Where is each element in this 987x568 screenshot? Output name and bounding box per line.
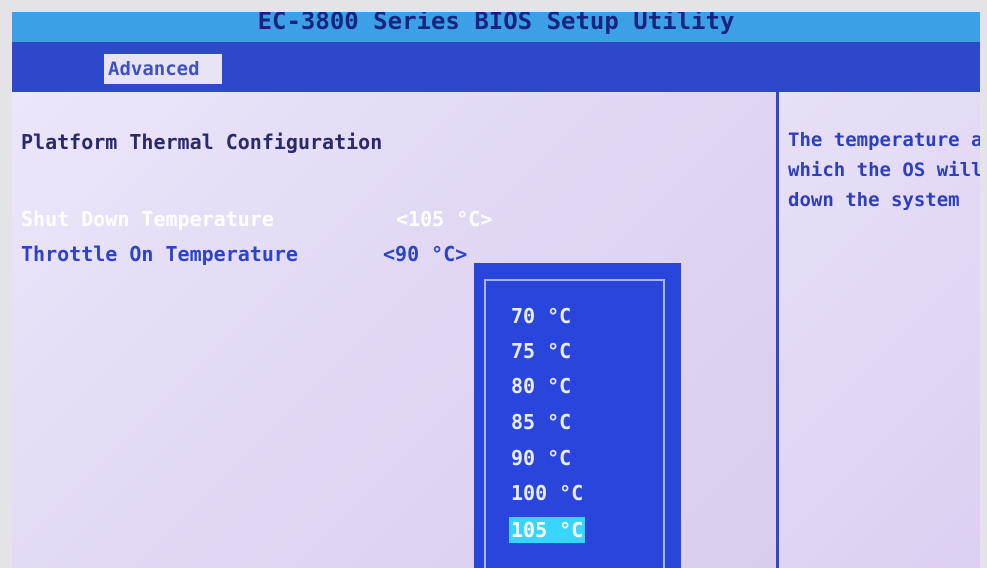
help-text-line: down the system bbox=[788, 189, 960, 211]
temperature-options-popup: 70 °C 75 °C 80 °C 85 °C 90 °C 100 °C 105… bbox=[474, 263, 681, 568]
option-100c[interactable]: 100 °C bbox=[509, 480, 585, 506]
option-75c[interactable]: 75 °C bbox=[509, 338, 573, 364]
bios-screen: EC-3800 Series BIOS Setup Utility Advanc… bbox=[12, 12, 980, 568]
tab-advanced[interactable]: Advanced bbox=[104, 54, 222, 84]
section-title: Platform Thermal Configuration bbox=[21, 130, 383, 154]
option-80c[interactable]: 80 °C bbox=[509, 373, 573, 399]
option-value[interactable]: <90 °C> bbox=[383, 242, 467, 266]
bios-title: EC-3800 Series BIOS Setup Utility bbox=[257, 12, 735, 35]
option-85c[interactable]: 85 °C bbox=[509, 409, 573, 435]
help-text-line: which the OS will shut bbox=[788, 159, 980, 181]
option-105c[interactable]: 105 °C bbox=[509, 517, 586, 543]
option-value[interactable]: <105 °C> bbox=[396, 207, 492, 231]
option-label: Throttle On Temperature bbox=[21, 242, 298, 266]
popup-list: 70 °C 75 °C 80 °C 85 °C 90 °C 100 °C 105… bbox=[484, 279, 665, 568]
option-label: Shut Down Temperature bbox=[21, 207, 274, 231]
help-panel: The temperature at which the OS will shu… bbox=[779, 92, 980, 568]
help-text-line: The temperature at bbox=[788, 129, 980, 151]
option-90c[interactable]: 90 °C bbox=[509, 445, 573, 471]
option-70c[interactable]: 70 °C bbox=[509, 303, 573, 329]
bios-title-bar: EC-3800 Series BIOS Setup Utility bbox=[12, 12, 980, 42]
tab-bar: Advanced bbox=[12, 42, 980, 92]
